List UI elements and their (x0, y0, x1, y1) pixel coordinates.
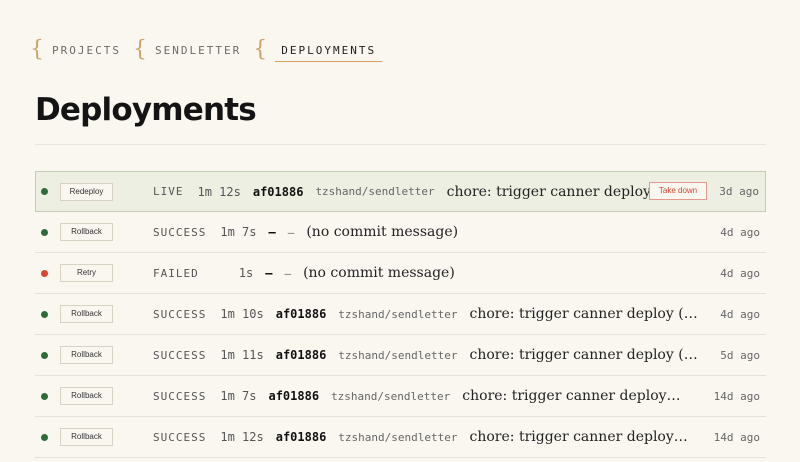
commit-hash: af01886 (275, 307, 327, 321)
deployment-duration: 1m 7s (220, 225, 257, 239)
brace-icon: { (30, 37, 46, 62)
commit-repo: — (287, 225, 295, 239)
commit-repo: tzshand/sendletter (331, 389, 451, 403)
deployment-status: FAILED (153, 266, 199, 280)
title-divider (35, 144, 766, 145)
commit-message: chore: trigger canner deploy (env va... (469, 347, 700, 363)
deployment-status: LIVE (153, 185, 184, 198)
commit-message: chore: trigger canner deploy (env v... (462, 388, 685, 404)
status-dot-icon (41, 433, 48, 441)
commit-repo: tzshand/sendletter (338, 430, 458, 444)
deployment-row: Rollback SUCCESS 1m 10s af01886 tzshand/… (35, 294, 766, 335)
commit-message: (no commit message) (306, 224, 459, 240)
breadcrumb: { PROJECTS { SENDLETTER { DEPLOYMENTS (30, 37, 394, 62)
status-dot-icon (41, 269, 48, 277)
deployment-duration: 1s (238, 266, 254, 280)
deployment-row: Rollback SUCCESS 1m 12s af01886 tzshand/… (35, 417, 766, 458)
commit-message: chore: trigger canner deploy (env v... (469, 429, 692, 445)
status-dot-icon (41, 228, 48, 236)
commit-hash: af01886 (252, 184, 304, 199)
deployment-status: SUCCESS (153, 225, 207, 239)
deployment-age: 14d ago (713, 389, 760, 403)
deployment-row: Redeploy LIVE 1m 12s af01886 tzshand/sen… (35, 171, 766, 212)
commit-hash: — (265, 266, 273, 280)
rollback-button[interactable]: Rollback (60, 387, 113, 405)
breadcrumb-item-deployments[interactable]: { DEPLOYMENTS (253, 37, 383, 62)
rollback-button[interactable]: Rollback (60, 223, 113, 241)
commit-repo: — (284, 266, 292, 280)
deployment-status: SUCCESS (153, 348, 207, 362)
deployment-age: 4d ago (720, 307, 760, 321)
breadcrumb-item-projects[interactable]: { PROJECTS (30, 37, 121, 62)
deployment-status: SUCCESS (153, 430, 207, 444)
commit-repo: tzshand/sendletter (338, 307, 458, 321)
commit-hash: af01886 (275, 348, 327, 362)
status-dot-icon (41, 188, 48, 195)
deployment-age: 14d ago (713, 430, 760, 444)
deployment-duration: 1m 12s (220, 430, 264, 444)
deployment-duration: 1m 11s (220, 348, 264, 362)
deployment-duration: 1m 10s (220, 307, 264, 321)
commit-hash: af01886 (268, 389, 320, 403)
take-down-button[interactable]: Take down (649, 182, 707, 200)
status-dot-icon (41, 351, 48, 359)
status-dot-icon (41, 310, 48, 318)
redeploy-button[interactable]: Redeploy (60, 182, 113, 201)
rollback-button[interactable]: Rollback (60, 428, 113, 446)
deployment-status: SUCCESS (153, 389, 207, 403)
breadcrumb-label[interactable]: PROJECTS (52, 40, 121, 61)
deployment-status: SUCCESS (153, 307, 207, 321)
deployments-list: Redeploy LIVE 1m 12s af01886 tzshand/sen… (35, 171, 766, 458)
deployment-duration: 1m 7s (220, 389, 257, 403)
deployment-duration: 1m 12s (197, 184, 241, 199)
deployment-row: Rollback SUCCESS 1m 7s af01886 tzshand/s… (35, 376, 766, 417)
retry-button[interactable]: Retry (60, 264, 113, 282)
deployment-row: Retry FAILED 1s — — (no commit message) … (35, 253, 766, 294)
rollback-button[interactable]: Rollback (60, 346, 113, 364)
deployment-age: 4d ago (720, 266, 760, 280)
brace-icon: { (132, 37, 149, 62)
commit-hash: — (268, 225, 276, 239)
breadcrumb-label[interactable]: DEPLOYMENTS (275, 40, 383, 62)
status-dot-icon (41, 392, 48, 400)
deployment-age: 4d ago (720, 225, 760, 239)
deployment-row: Rollback SUCCESS 1m 7s — — (no commit me… (35, 212, 766, 253)
brace-icon: { (253, 37, 270, 62)
commit-message: chore: trigger canner deploy (446, 183, 651, 200)
commit-hash: af01886 (275, 430, 327, 444)
commit-message: (no commit message) (303, 265, 455, 281)
commit-message: chore: trigger canner deploy (env va... (469, 306, 700, 322)
page-title: Deployments (35, 92, 257, 128)
deployment-age: 5d ago (720, 348, 760, 362)
breadcrumb-label[interactable]: SENDLETTER (155, 40, 241, 61)
breadcrumb-item-sendletter[interactable]: { SENDLETTER (132, 37, 241, 62)
deployment-age: 3d ago (719, 185, 759, 198)
rollback-button[interactable]: Rollback (60, 305, 113, 323)
deployment-row: Rollback SUCCESS 1m 11s af01886 tzshand/… (35, 335, 766, 376)
commit-repo: tzshand/sendletter (315, 185, 435, 198)
commit-repo: tzshand/sendletter (338, 348, 458, 362)
